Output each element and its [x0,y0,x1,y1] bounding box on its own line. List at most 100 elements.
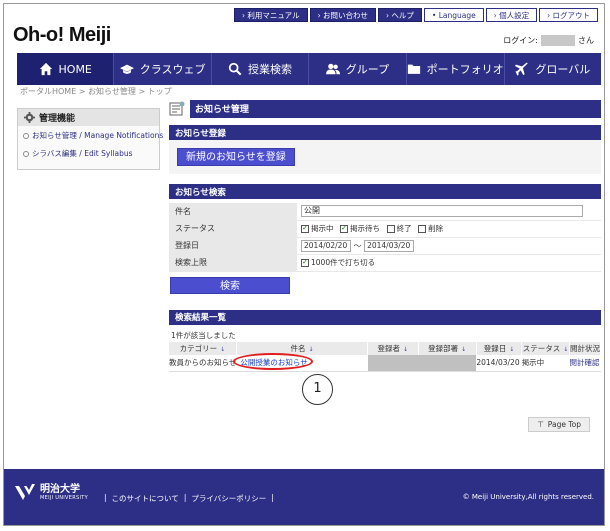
sidebar-title: 管理機能 [39,114,76,124]
col-department[interactable]: 登録部署 ↓ [418,341,477,355]
main-content: お知らせ管理 お知らせ登録 新規のお知らせを登録 お知らせ検索 件名 公開 ステ… [169,98,601,372]
contact-link[interactable]: › お問い合わせ [309,8,376,22]
column-label: 登録日 [483,343,507,353]
row-date: 2014/03/20 [476,354,522,372]
nav-portfolio[interactable]: ポートフォリオ [407,53,505,85]
checkbox-checked-icon: ✓ [301,224,309,233]
nav-course-search-label: 授業検索 [248,63,293,76]
site-logo[interactable]: Oh-o! Meiji [13,24,111,47]
footer-separator: | [183,493,187,502]
status-option-label: 終了 [396,224,412,233]
sort-arrow-icon[interactable]: ↓ [509,346,514,353]
table-row: 教員からのお知らせ 公開授業のお知らせ 2014/03/20 掲示中 閲計確認 [169,353,601,372]
sort-arrow-icon[interactable]: ↓ [403,346,408,353]
up-arrow-icon: ⊤ [537,420,544,429]
sidebar-item-notifications[interactable]: お知らせ管理 / Manage Notifications [18,126,163,144]
subject-input[interactable]: 公開 [301,205,583,218]
masked-registrant [367,354,418,372]
col-registrant[interactable]: 登録者 ↓ [367,341,419,355]
view-status-link[interactable]: 閲計確認 [570,358,600,367]
footer-brand-sub: MEIJI UNIVERSITY [40,495,88,501]
utility-bar: › 利用マニュアル › お問い合わせ › ヘルプ • Language › 個人… [233,8,598,22]
nav-home[interactable]: HOME [17,53,115,85]
language-link[interactable]: • Language [423,8,484,22]
global-nav: HOME クラスウェブ 授業検索 グループ ポートフォリオ グローバル [17,53,601,85]
sidebar: 管理機能 お知らせ管理 / Manage Notifications シラバス編… [17,108,163,170]
annotation-callout-number: 1 [302,374,333,405]
column-label: 登録者 [377,343,401,353]
sort-arrow-icon[interactable]: ↓ [308,346,313,353]
page-title-row: お知らせ管理 [169,98,601,119]
search-button-row: 検索 [169,272,601,300]
row-category: 教員からのお知らせ [169,354,237,372]
col-date[interactable]: 登録日 ↓ [476,341,523,355]
footer-privacy-link[interactable]: プライバシーポリシー [191,493,266,504]
search-button[interactable]: 検索 [170,277,290,294]
airplane-icon [515,62,529,76]
checkbox-checked-icon: ✓ [301,258,309,267]
date-to-input[interactable]: 2014/03/20 [364,239,415,252]
limit-label: 検索上限 [169,254,297,272]
date-from-input[interactable]: 2014/02/20 [301,239,351,252]
status-checkbox-deleted[interactable]: 削除 [418,223,443,234]
page-title: お知らせ管理 [190,99,601,118]
folder-icon [407,64,420,74]
masked-username [541,35,575,46]
login-status: ログイン: さん [503,35,594,46]
annotation-highlight-oval [233,353,314,371]
date-separator: ～ [353,241,362,250]
nav-portfolio-label: ポートフォリオ [426,63,504,76]
help-link[interactable]: › ヘルプ [378,8,422,22]
footer-copyright: © Meiji University,All rights reserved. [462,493,594,501]
masked-department [418,354,477,372]
notice-subject-link[interactable]: 公開授業のお知らせ [233,353,314,371]
results-table: カテゴリー ↓ 件名 ↓ 登録者 ↓ 登録部署 ↓ 登録日 ↓ ステータス ↓ 閲計状況 教… [169,341,601,372]
nav-group[interactable]: グループ [309,53,407,85]
checkbox-empty-icon [418,224,427,233]
login-label: ログイン: [503,36,538,45]
col-subject[interactable]: 件名 ↓ [236,341,369,355]
register-notice-button[interactable]: 新規のお知らせを登録 [177,148,295,166]
col-status[interactable]: ステータス ↓ [521,341,570,355]
column-label: 閲計状況 [570,343,600,353]
nav-global[interactable]: グローバル [505,53,601,85]
sort-arrow-icon[interactable]: ↓ [220,346,225,353]
footer-about-link[interactable]: このサイトについて [112,493,179,504]
logout-link[interactable]: › ログアウト [539,8,598,22]
page-frame: › 利用マニュアル › お問い合わせ › ヘルプ • Language › 個人… [3,3,605,526]
nav-classweb[interactable]: クラスウェブ [114,53,212,85]
column-label: 登録部署 [428,343,459,353]
page-top-button[interactable]: ⊤ Page Top [528,417,590,432]
sidebar-item-syllabus[interactable]: シラバス編集 / Edit Syllabus [18,144,159,162]
nav-course-search[interactable]: 授業検索 [212,53,310,85]
status-label: ステータス [169,220,297,238]
status-checkbox-ended[interactable]: 終了 [386,223,412,234]
status-checkbox-pending[interactable]: ✓ 掲示待ち [340,223,380,234]
status-options: ✓ 掲示中 ✓ 掲示待ち 終了 削除 [297,220,601,238]
search-icon [228,62,242,76]
manual-link[interactable]: › 利用マニュアル [233,8,308,22]
status-option-label: 掲示中 [311,224,334,233]
login-suffix: さん [578,36,594,45]
footer-logo[interactable]: 明治大学 MEIJI UNIVERSITY [14,483,88,503]
home-icon [39,62,52,76]
col-category[interactable]: カテゴリー ↓ [169,341,237,355]
breadcrumb[interactable]: ポータルHOME > お知らせ管理 > トップ [20,86,172,97]
sort-arrow-icon[interactable]: ↓ [563,346,568,353]
sidebar-header: 管理機能 [18,109,159,126]
personal-settings-link[interactable]: › 個人設定 [485,8,538,22]
footer-separator: | [271,493,274,502]
page-top-label: Page Top [547,420,581,429]
status-checkbox-posted[interactable]: ✓ 掲示中 [301,223,334,234]
sort-arrow-icon[interactable]: ↓ [461,346,466,353]
footer-links: | このサイトについて | プライバシーポリシー | [104,493,274,504]
footer-brand: 明治大学 [40,484,80,495]
bullet-icon [23,132,29,139]
register-section-heading: お知らせ登録 [169,125,601,140]
limit-checkbox[interactable]: ✓ 1000件で打ち切る [301,257,375,268]
checkbox-empty-icon [386,224,395,233]
column-label: 件名 [290,343,306,353]
search-section-heading: お知らせ検索 [169,184,601,199]
nav-global-label: グローバル [535,63,591,76]
date-label: 登録日 [169,237,297,255]
